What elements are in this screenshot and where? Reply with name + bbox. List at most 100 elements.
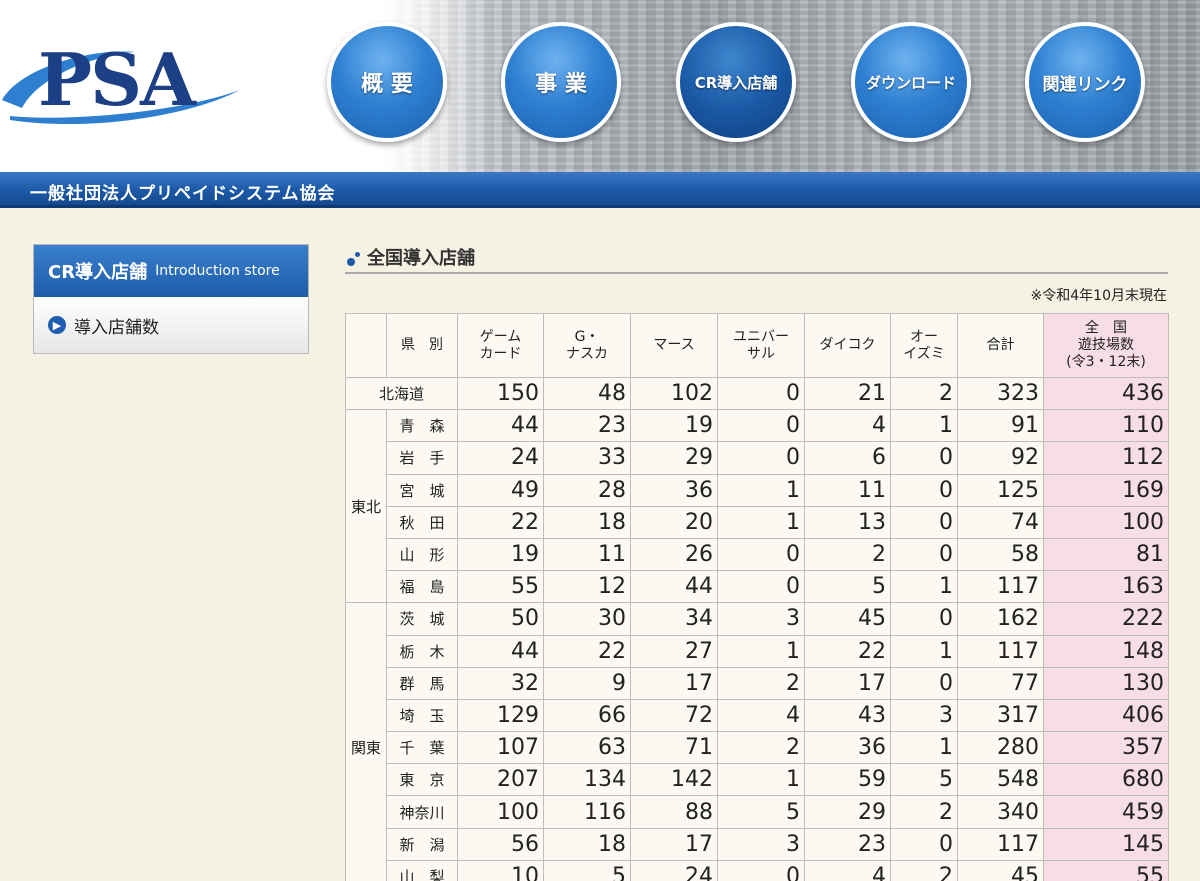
value-cell: 56 xyxy=(457,827,544,861)
pref-cell: 埼 玉 xyxy=(386,698,458,733)
value-cell: 1 xyxy=(890,731,958,765)
org-name: 一般社団法人プリペイドシステム協会 xyxy=(30,184,336,204)
value-cell: 436 xyxy=(1043,376,1169,411)
value-cell: 110 xyxy=(1043,409,1169,443)
value-cell: 55 xyxy=(1043,859,1169,881)
value-cell: 4 xyxy=(804,409,891,443)
value-cell: 2 xyxy=(804,537,891,572)
chevron-right-icon: ▶ xyxy=(48,316,66,334)
sidebar-title: CR導入店舗 xyxy=(48,262,148,283)
value-cell: 12 xyxy=(543,570,631,604)
pref-cell: 栃 木 xyxy=(386,634,458,668)
value-cell: 29 xyxy=(804,795,891,829)
value-cell: 317 xyxy=(957,698,1044,733)
value-cell: 55 xyxy=(457,570,544,604)
value-cell: 112 xyxy=(1043,441,1169,475)
value-cell: 150 xyxy=(457,376,544,411)
nav-overview-button[interactable]: 概 要 xyxy=(327,22,447,142)
value-cell: 1 xyxy=(890,409,958,443)
value-cell: 81 xyxy=(1043,537,1169,572)
site-header: PSA 概 要 事 業 CR導入店舗 ダウンロード 関連リンク xyxy=(0,0,1200,172)
value-cell: 100 xyxy=(457,795,544,829)
value-cell: 63 xyxy=(543,731,631,765)
value-cell: 71 xyxy=(630,731,718,765)
value-cell: 28 xyxy=(543,473,631,507)
value-cell: 0 xyxy=(890,666,958,700)
org-name-band: 一般社団法人プリペイドシステム協会 xyxy=(0,172,1200,208)
pref-cell: 青 森 xyxy=(386,409,458,443)
value-cell: 59 xyxy=(804,763,891,797)
value-cell: 45 xyxy=(804,602,891,636)
value-cell: 11 xyxy=(543,537,631,572)
value-cell: 107 xyxy=(457,731,544,765)
value-cell: 0 xyxy=(890,473,958,507)
sidebar: CR導入店舗 Introduction store ▶ 導入店舗数 xyxy=(33,244,309,354)
value-cell: 43 xyxy=(804,698,891,733)
value-cell: 49 xyxy=(457,473,544,507)
value-cell: 1 xyxy=(717,634,805,668)
table-row: 秋 田 22 18 20 1 13 0 74 100 xyxy=(346,505,1169,539)
value-cell: 2 xyxy=(890,795,958,829)
table-row: 東 京 207 134 142 1 59 5 548 680 xyxy=(346,763,1169,797)
venues-header: 全 国遊技場数 (令3・12末) xyxy=(1043,313,1169,378)
value-cell: 19 xyxy=(630,409,718,443)
table-row: 神奈川 100 116 88 5 29 2 340 459 xyxy=(346,795,1169,829)
value-cell: 24 xyxy=(457,441,544,475)
value-cell: 1 xyxy=(717,763,805,797)
value-cell: 1 xyxy=(890,570,958,604)
value-cell: 34 xyxy=(630,602,718,636)
value-cell: 0 xyxy=(890,602,958,636)
table-row: 千 葉 107 63 71 2 36 1 280 357 xyxy=(346,731,1169,765)
value-cell: 19 xyxy=(457,537,544,572)
value-cell: 117 xyxy=(957,570,1044,604)
value-cell: 0 xyxy=(717,537,805,572)
table-row: 栃 木 44 22 27 1 22 1 117 148 xyxy=(346,634,1169,668)
value-cell: 26 xyxy=(630,537,718,572)
value-cell: 36 xyxy=(630,473,718,507)
value-cell: 148 xyxy=(1043,634,1169,668)
value-cell: 58 xyxy=(957,537,1044,572)
value-cell: 0 xyxy=(717,409,805,443)
sidebar-header: CR導入店舗 Introduction store xyxy=(34,245,308,297)
value-cell: 30 xyxy=(543,602,631,636)
value-cell: 3 xyxy=(717,602,805,636)
sidebar-subtitle: Introduction store xyxy=(155,263,280,279)
value-cell: 44 xyxy=(457,634,544,668)
value-cell: 44 xyxy=(630,570,718,604)
as-of-note: ※令和4年10月末現在 xyxy=(1030,288,1167,304)
psa-logo[interactable]: PSA xyxy=(0,38,250,128)
value-cell: 1 xyxy=(717,473,805,507)
value-cell: 32 xyxy=(457,666,544,700)
value-cell: 0 xyxy=(717,376,805,411)
value-cell: 6 xyxy=(804,441,891,475)
pref-cell: 山 形 xyxy=(386,537,458,572)
value-cell: 77 xyxy=(957,666,1044,700)
nav-links-button[interactable]: 関連リンク xyxy=(1025,22,1145,142)
nav-cr-stores-button[interactable]: CR導入店舗 xyxy=(676,22,796,142)
table-row: 新 潟 56 18 17 3 23 0 117 145 xyxy=(346,827,1169,861)
value-cell: 548 xyxy=(957,763,1044,797)
value-cell: 22 xyxy=(543,634,631,668)
pref-header: 県 別 xyxy=(386,313,458,378)
value-cell: 72 xyxy=(630,698,718,733)
value-cell: 100 xyxy=(1043,505,1169,539)
value-cell: 169 xyxy=(1043,473,1169,507)
value-cell: 207 xyxy=(457,763,544,797)
nav-download-button[interactable]: ダウンロード xyxy=(851,22,971,142)
value-cell: 18 xyxy=(543,827,631,861)
nav-business-button[interactable]: 事 業 xyxy=(501,22,621,142)
sidebar-item-store-count[interactable]: ▶ 導入店舗数 xyxy=(34,297,308,353)
logo-text: PSA xyxy=(38,37,196,122)
value-cell: 45 xyxy=(957,859,1044,881)
value-cell: 17 xyxy=(804,666,891,700)
value-cell: 4 xyxy=(804,859,891,881)
bullet-dots-icon xyxy=(347,250,363,266)
value-cell: 163 xyxy=(1043,570,1169,604)
value-cell: 36 xyxy=(804,731,891,765)
value-cell: 50 xyxy=(457,602,544,636)
value-cell: 17 xyxy=(630,666,718,700)
value-cell: 125 xyxy=(957,473,1044,507)
value-cell: 357 xyxy=(1043,731,1169,765)
value-cell: 2 xyxy=(717,731,805,765)
table-header-row: 県 別 ゲーム カード G・ ナスカ マース ユニバー サル ダイコク オー イズミ 合… xyxy=(345,313,1169,378)
